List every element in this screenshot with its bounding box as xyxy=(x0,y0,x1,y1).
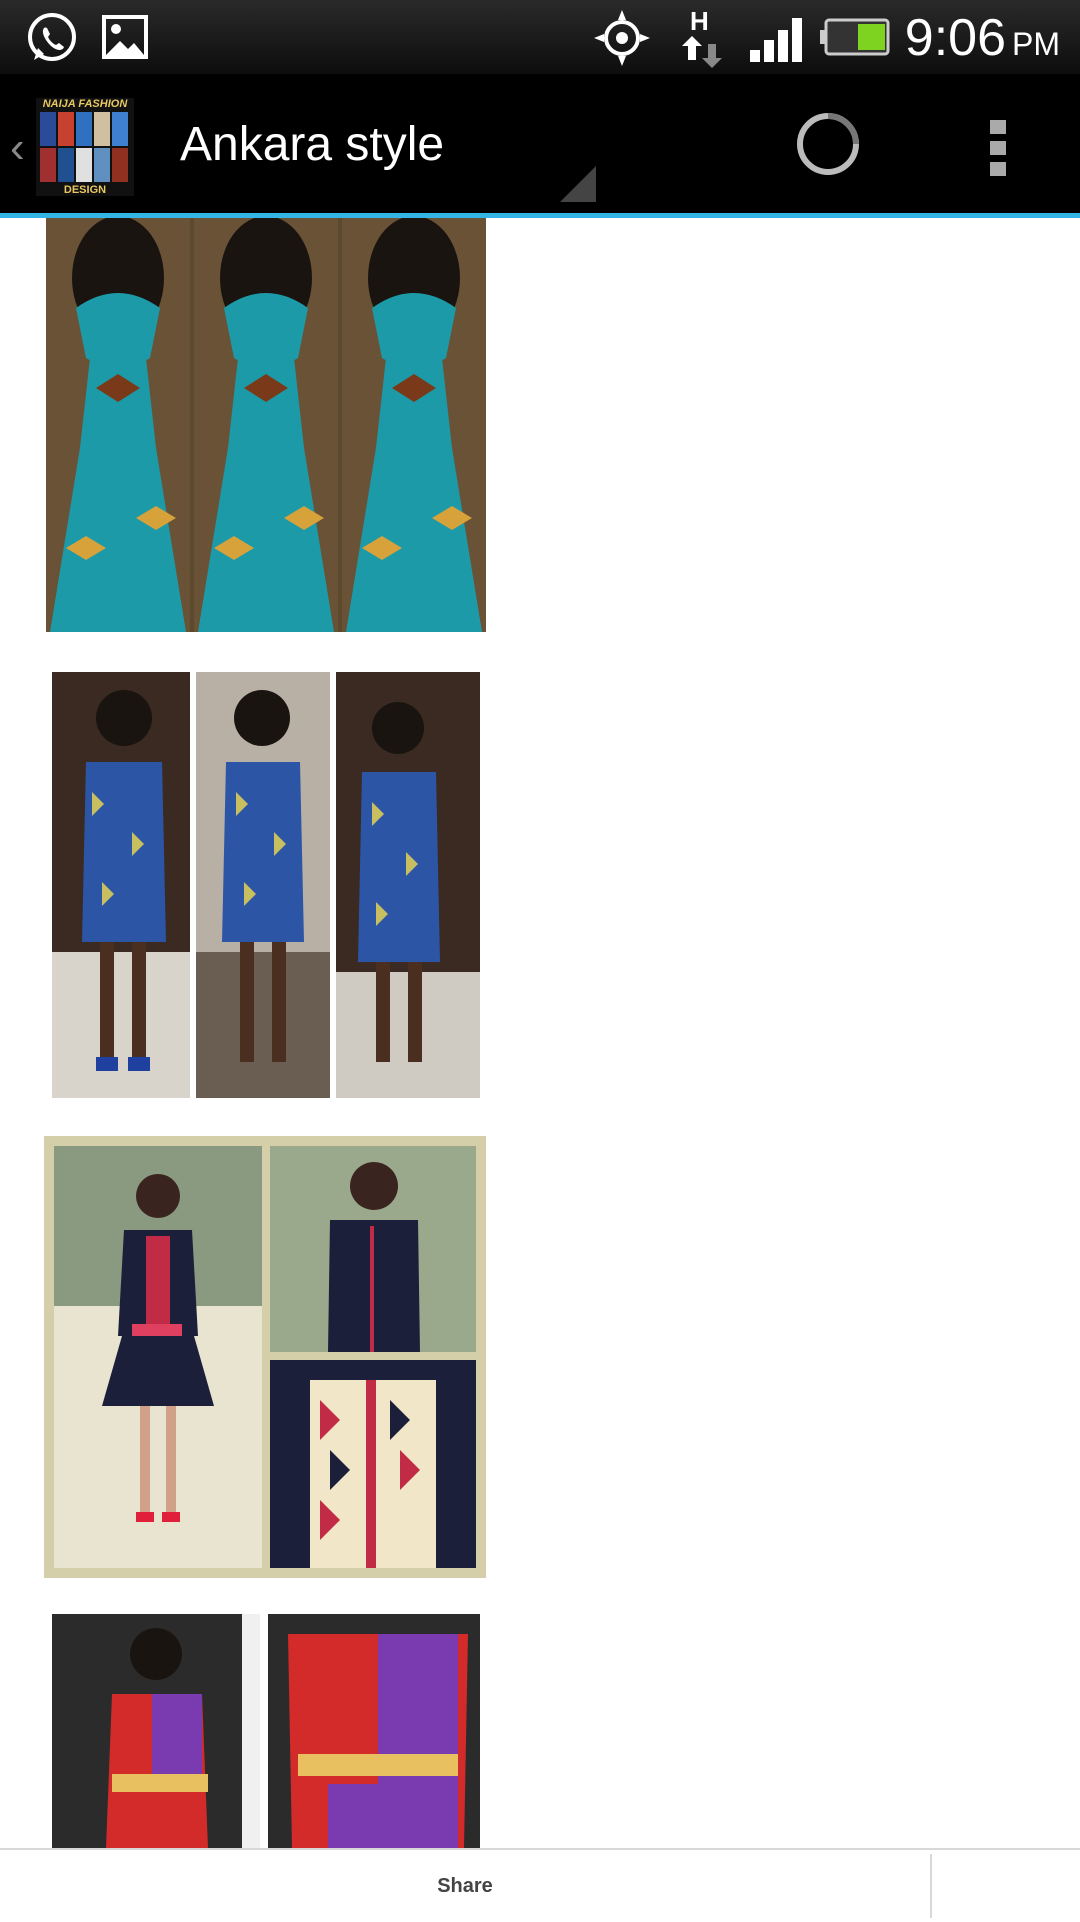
gallery-image-2 xyxy=(52,672,480,1098)
status-clock: 9:06 PM xyxy=(905,8,1060,74)
gallery-image-1 xyxy=(46,218,486,632)
logo-text-bottom: DESIGN xyxy=(63,184,107,196)
clock-time: 9:06 xyxy=(904,9,1006,67)
gallery-item-1[interactable] xyxy=(46,218,486,632)
gallery-image-3 xyxy=(44,1136,486,1578)
gallery-item-2[interactable] xyxy=(52,672,480,1098)
gallery-item-3[interactable] xyxy=(44,1136,486,1578)
clock-ampm: PM xyxy=(1012,26,1060,62)
action-bar: ‹ NAIJA FASHION DESIGN Ankara style xyxy=(0,74,1080,216)
network-type-label: H xyxy=(690,6,709,36)
bottom-action-bar: Share xyxy=(0,1848,1080,1922)
share-button[interactable]: Share xyxy=(0,1850,930,1922)
image-gallery[interactable] xyxy=(0,218,1080,1848)
logo-text-top: NAIJA FASHION xyxy=(42,98,128,110)
up-navigation-icon[interactable]: ‹ xyxy=(10,126,25,170)
dropdown-spinner-icon[interactable] xyxy=(560,166,596,202)
loading-spinner-icon[interactable] xyxy=(794,110,862,178)
overflow-menu-icon[interactable] xyxy=(986,116,1010,180)
gps-icon xyxy=(594,10,650,66)
whatsapp-icon xyxy=(28,13,76,61)
app-logo[interactable]: NAIJA FASHION DESIGN xyxy=(36,98,134,196)
data-activity-icon: H xyxy=(682,6,722,68)
logo-image xyxy=(40,112,130,182)
battery-icon xyxy=(820,18,890,56)
signal-strength-icon xyxy=(750,18,802,62)
bottom-bar-secondary-slot[interactable] xyxy=(932,1850,1080,1922)
gallery-image-4 xyxy=(52,1614,480,1848)
status-bar: H 9:06 PM xyxy=(0,0,1080,74)
page-title[interactable]: Ankara style xyxy=(180,116,444,174)
gallery-item-4[interactable] xyxy=(52,1614,480,1848)
image-notification-icon xyxy=(102,15,148,59)
